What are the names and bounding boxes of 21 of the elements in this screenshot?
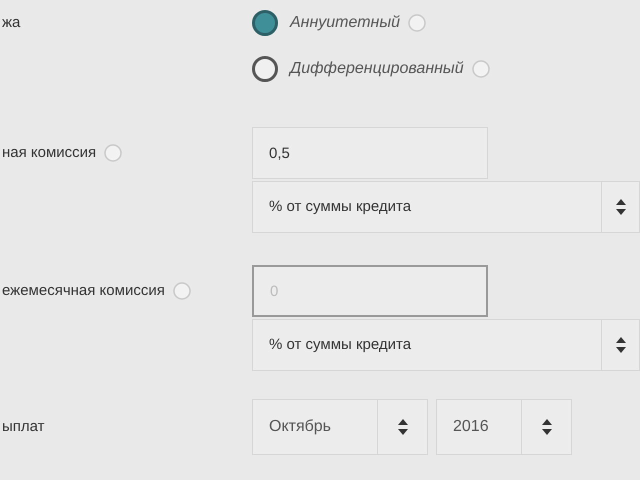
- help-icon[interactable]: [408, 14, 426, 32]
- radio-button[interactable]: [252, 56, 278, 82]
- select-field[interactable]: % от суммы кредита: [252, 319, 640, 371]
- field-label: ыплат: [2, 416, 45, 437]
- updown-arrows-icon: [614, 336, 626, 354]
- field-label: ежемесячная комиссия: [2, 280, 165, 301]
- select-field[interactable]: % от суммы кредита: [252, 181, 640, 233]
- updown-arrows-icon: [540, 418, 552, 436]
- updown-arrows-icon: [396, 418, 408, 436]
- help-icon[interactable]: [172, 282, 191, 300]
- radio-button[interactable]: [252, 10, 278, 36]
- help-icon[interactable]: [472, 60, 490, 78]
- select-field[interactable]: 2016: [436, 399, 572, 455]
- updown-arrows-icon: [614, 198, 626, 216]
- field-label: ная комиссия: [2, 142, 96, 163]
- field-label: жа: [2, 12, 20, 33]
- help-icon[interactable]: [104, 144, 122, 162]
- select-field[interactable]: Октябрь: [252, 399, 428, 455]
- radio-option[interactable]: Аннуитетный: [252, 10, 400, 36]
- input-field[interactable]: 0,5: [252, 127, 488, 179]
- radio-option[interactable]: Дифференцированный: [252, 56, 464, 82]
